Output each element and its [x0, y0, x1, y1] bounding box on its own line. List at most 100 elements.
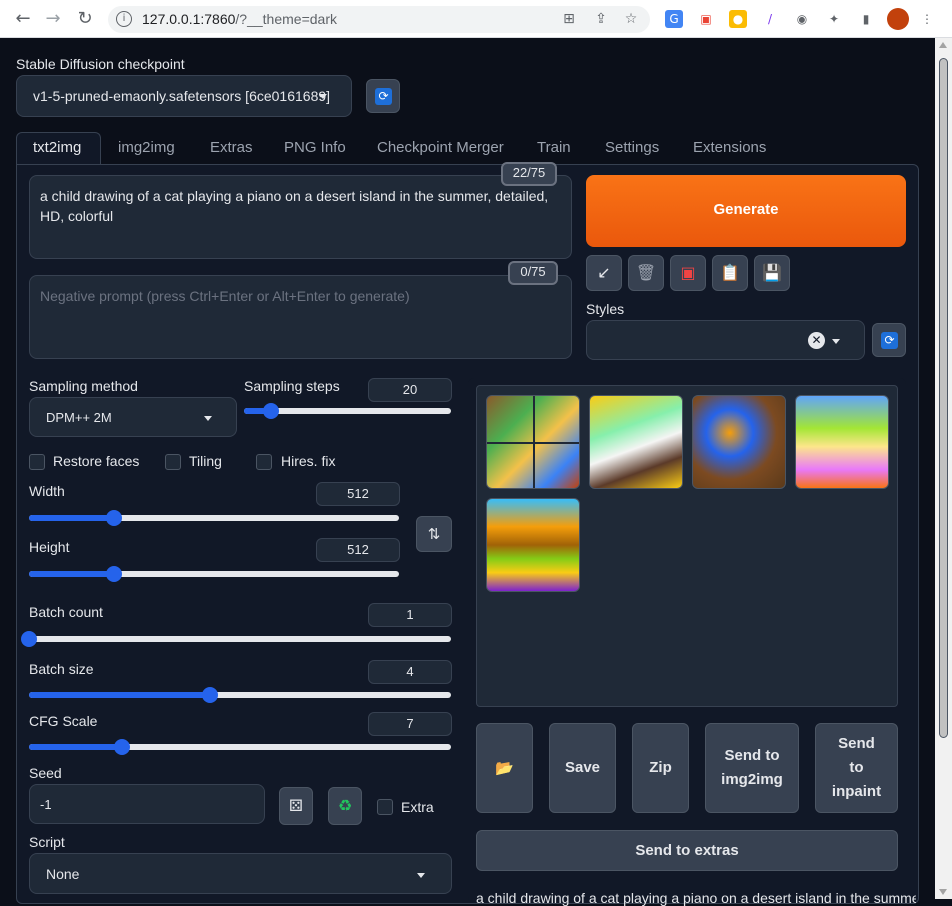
- sampling-steps-slider[interactable]: [244, 403, 451, 419]
- cfg-scale-label: CFG Scale: [29, 713, 98, 729]
- tab-img2img[interactable]: img2img: [118, 139, 175, 156]
- tab-settings[interactable]: Settings: [605, 139, 659, 156]
- save-button[interactable]: Save: [549, 723, 616, 813]
- apply-style-button[interactable]: 📋: [712, 255, 748, 291]
- batch-size-input[interactable]: 4: [368, 660, 452, 684]
- sampling-method-label: Sampling method: [29, 378, 138, 394]
- eye-extension-icon[interactable]: ◉: [793, 10, 811, 28]
- browser-menu-icon[interactable]: ⋮: [918, 10, 936, 28]
- tab-png-info[interactable]: PNG Info: [284, 139, 346, 156]
- slider-handle[interactable]: [113, 739, 130, 755]
- scroll-up-icon[interactable]: [939, 42, 947, 48]
- seed-input[interactable]: -1: [29, 784, 265, 824]
- floppy-disk-icon: 💾: [762, 263, 782, 282]
- keep-extension-icon[interactable]: ●: [729, 10, 747, 28]
- batch-count-input[interactable]: 1: [368, 603, 452, 627]
- width-input[interactable]: 512: [316, 482, 400, 506]
- generate-button[interactable]: Generate: [586, 175, 906, 247]
- show-extra-networks-button[interactable]: ▣: [670, 255, 706, 291]
- send-to-img2img-button[interactable]: Send to img2img: [705, 723, 799, 813]
- hires-fix-checkbox[interactable]: [256, 454, 272, 470]
- sampling-steps-input[interactable]: 20: [368, 378, 452, 402]
- clear-prompt-button[interactable]: 🗑: [628, 255, 664, 291]
- refresh-checkpoint-button[interactable]: ⟳: [366, 79, 400, 113]
- address-bar[interactable]: i 127.0.0.1:7860/?__theme=dark ⊞ ⇪ ☆: [108, 6, 650, 33]
- slider-fill: [29, 571, 115, 577]
- seed-value: -1: [40, 797, 52, 812]
- restore-faces-checkbox[interactable]: [29, 454, 45, 470]
- clear-styles-icon[interactable]: ✕: [808, 332, 825, 349]
- swap-dimensions-button[interactable]: ⇅: [416, 516, 452, 552]
- cfg-scale-input[interactable]: 7: [368, 712, 452, 736]
- save-style-button[interactable]: 💾: [754, 255, 790, 291]
- gallery-thumbnail[interactable]: [589, 395, 683, 489]
- styles-dropdown[interactable]: ✕: [586, 320, 865, 360]
- checkpoint-dropdown[interactable]: v1-5-pruned-emaonly.safetensors [6ce0161…: [16, 75, 352, 117]
- sampling-method-dropdown[interactable]: DPM++ 2M: [29, 397, 237, 437]
- slider-handle[interactable]: [262, 403, 279, 419]
- restore-faces-label: Restore faces: [53, 453, 140, 469]
- google-translate-extension-icon[interactable]: G: [665, 10, 683, 28]
- tab-checkpoint-merger[interactable]: Checkpoint Merger: [377, 139, 504, 156]
- scroll-down-icon[interactable]: [939, 889, 947, 895]
- tab-extras[interactable]: Extras: [210, 139, 253, 156]
- refresh-icon: ⟳: [881, 332, 898, 349]
- slider-handle[interactable]: [21, 631, 37, 647]
- negative-prompt-input[interactable]: Negative prompt (press Ctrl+Enter or Alt…: [29, 275, 572, 359]
- tab-extensions[interactable]: Extensions: [693, 139, 766, 156]
- cast-extension-icon[interactable]: ▣: [697, 10, 715, 28]
- extra-seed-checkbox[interactable]: [377, 799, 393, 815]
- read-params-button[interactable]: ↙: [586, 255, 622, 291]
- open-folder-button[interactable]: 📂: [476, 723, 533, 813]
- reload-icon[interactable]: ↻: [74, 8, 96, 30]
- profile-avatar[interactable]: [887, 8, 909, 30]
- extra-seed-label: Extra: [401, 799, 434, 815]
- puzzle-extensions-icon[interactable]: ✦: [825, 10, 843, 28]
- bookmark-star-icon[interactable]: ☆: [622, 10, 640, 28]
- back-icon[interactable]: ←: [12, 8, 34, 30]
- clipboard-icon: 📋: [720, 263, 740, 282]
- zip-button[interactable]: Zip: [632, 723, 689, 813]
- send-to-inpaint-button[interactable]: Send to inpaint: [815, 723, 898, 813]
- gallery-thumbnail[interactable]: [486, 395, 580, 489]
- tab-txt2img[interactable]: txt2img: [33, 139, 81, 156]
- height-input[interactable]: 512: [316, 538, 400, 562]
- slider-handle[interactable]: [106, 510, 123, 526]
- side-panel-icon[interactable]: ▮: [857, 10, 875, 28]
- prompt-input[interactable]: a child drawing of a cat playing a piano…: [29, 175, 572, 259]
- hires-fix-label: Hires. fix: [281, 453, 336, 469]
- tiling-checkbox[interactable]: [165, 454, 181, 470]
- gallery-thumbnail[interactable]: [692, 395, 786, 489]
- refresh-icon: ⟳: [375, 88, 392, 105]
- checkpoint-label: Stable Diffusion checkpoint: [16, 56, 185, 72]
- send-to-extras-button[interactable]: Send to extras: [476, 830, 898, 871]
- grid-divider: [533, 396, 535, 488]
- script-dropdown[interactable]: None: [29, 853, 452, 894]
- width-label: Width: [29, 483, 65, 499]
- cfg-scale-slider[interactable]: [29, 739, 451, 755]
- share-icon[interactable]: ⇪: [592, 10, 610, 28]
- height-slider[interactable]: [29, 566, 399, 582]
- page-scrollbar[interactable]: [935, 38, 952, 899]
- gallery-thumbnail[interactable]: [795, 395, 889, 489]
- tab-train[interactable]: Train: [537, 139, 571, 156]
- random-seed-button[interactable]: ⚄: [279, 787, 313, 825]
- width-slider[interactable]: [29, 510, 399, 526]
- gallery-thumbnail[interactable]: [486, 498, 580, 592]
- batch-count-slider[interactable]: [21, 631, 451, 647]
- slider-handle[interactable]: [106, 566, 123, 582]
- refresh-styles-button[interactable]: ⟳: [872, 323, 906, 357]
- chevron-down-icon: [832, 339, 840, 344]
- chevron-down-icon: [319, 94, 327, 99]
- slider-fill: [29, 692, 211, 698]
- swap-arrows-icon: ⇅: [427, 525, 441, 543]
- pen-extension-icon[interactable]: /: [761, 10, 779, 28]
- site-info-icon[interactable]: i: [116, 11, 132, 27]
- sampling-steps-label: Sampling steps: [244, 378, 340, 394]
- translate-icon[interactable]: ⊞: [560, 10, 578, 28]
- script-label: Script: [29, 834, 65, 850]
- forward-icon[interactable]: →: [42, 8, 64, 30]
- reuse-seed-button[interactable]: ♻: [328, 787, 362, 825]
- batch-size-slider[interactable]: [29, 687, 451, 703]
- scrollbar-thumb[interactable]: [939, 58, 948, 738]
